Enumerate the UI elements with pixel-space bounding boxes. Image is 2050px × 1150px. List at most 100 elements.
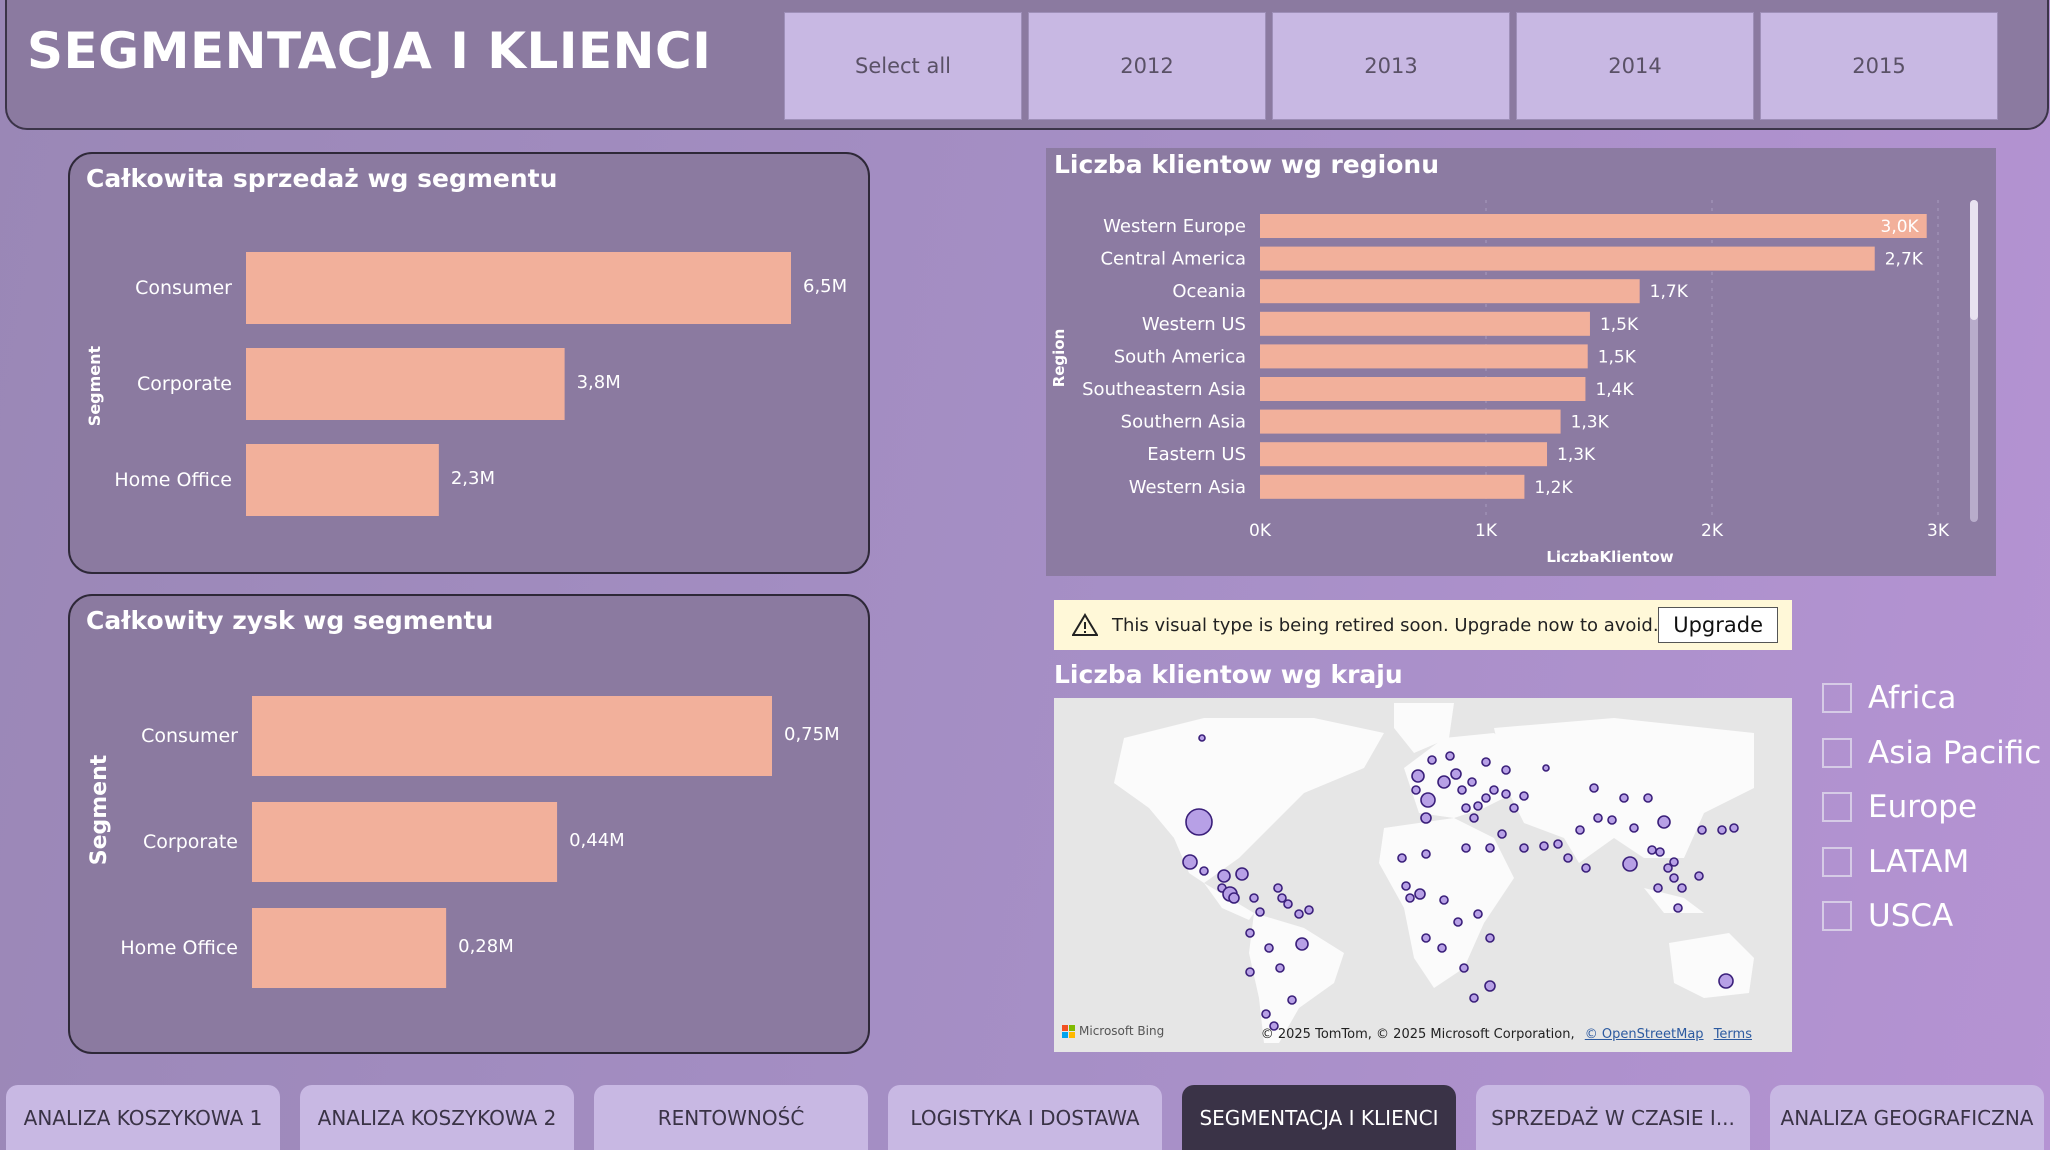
map-bubble[interactable] xyxy=(1539,841,1549,851)
map-bubble[interactable] xyxy=(1185,808,1213,836)
map-bubble[interactable] xyxy=(1718,973,1734,989)
map-bubble[interactable] xyxy=(1228,892,1240,904)
market-option-latam[interactable]: LATAM xyxy=(1822,844,1969,880)
map-bubble[interactable] xyxy=(1622,856,1638,872)
map-bubble[interactable] xyxy=(1405,893,1415,903)
market-option-europe[interactable]: Europe xyxy=(1822,789,1977,825)
region-chart-scrollbar[interactable] xyxy=(1970,200,1978,522)
checkbox[interactable] xyxy=(1822,737,1852,768)
map-bubble[interactable] xyxy=(1427,755,1437,765)
map-bubble[interactable] xyxy=(1619,793,1629,803)
map-bubble[interactable] xyxy=(1420,792,1436,808)
map-bubble[interactable] xyxy=(1420,812,1432,824)
map-bubble[interactable] xyxy=(1414,888,1426,900)
region-bar[interactable] xyxy=(1260,246,1875,271)
region-bar[interactable] xyxy=(1260,344,1588,369)
map-bubble[interactable] xyxy=(1607,815,1617,825)
map-bubble[interactable] xyxy=(1593,813,1603,823)
region-bar[interactable] xyxy=(1260,442,1548,467)
map-bubble[interactable] xyxy=(1439,895,1449,905)
year-button-2014[interactable]: 2014 xyxy=(1516,12,1754,120)
map-bubble[interactable] xyxy=(1421,933,1431,943)
map-bubble[interactable] xyxy=(1497,829,1507,839)
segment-bar[interactable] xyxy=(246,252,791,324)
map-bubble[interactable] xyxy=(1457,785,1467,795)
map-bubble[interactable] xyxy=(1589,783,1599,793)
map-bubble[interactable] xyxy=(1629,823,1639,833)
map-bubble[interactable] xyxy=(1235,867,1249,881)
map-bubble[interactable] xyxy=(1489,785,1499,795)
map-bubble[interactable] xyxy=(1643,793,1653,803)
map-bubble[interactable] xyxy=(1295,937,1309,951)
market-option-africa[interactable]: Africa xyxy=(1822,680,1956,716)
map-bubble[interactable] xyxy=(1182,854,1198,870)
scrollbar-thumb[interactable] xyxy=(1970,200,1978,320)
map-bubble[interactable] xyxy=(1304,905,1314,915)
map-bubble[interactable] xyxy=(1581,863,1591,873)
map-bubble[interactable] xyxy=(1677,883,1687,893)
map-bubble[interactable] xyxy=(1481,793,1491,803)
map-bubble[interactable] xyxy=(1261,1009,1271,1019)
map-bubble[interactable] xyxy=(1264,943,1274,953)
map-bubble[interactable] xyxy=(1485,933,1495,943)
segment-bar[interactable] xyxy=(252,802,558,882)
map-bubble[interactable] xyxy=(1401,881,1411,891)
map-bubble[interactable] xyxy=(1694,871,1704,881)
map-bubble[interactable] xyxy=(1669,873,1679,883)
map-bubble[interactable] xyxy=(1481,757,1491,767)
segment-bar[interactable] xyxy=(252,908,447,988)
segment-bar[interactable] xyxy=(246,444,439,516)
map-bubble[interactable] xyxy=(1501,789,1511,799)
map-bubble[interactable] xyxy=(1294,909,1304,919)
map-bubble[interactable] xyxy=(1397,853,1407,863)
map-bubble[interactable] xyxy=(1509,803,1519,813)
tab-4[interactable]: LOGISTYKA I DOSTAWA xyxy=(888,1085,1162,1150)
map-bubble[interactable] xyxy=(1287,995,1297,1005)
map-bubble[interactable] xyxy=(1553,839,1563,849)
map-bubble[interactable] xyxy=(1653,883,1663,893)
tab-3[interactable]: RENTOWNOŚĆ xyxy=(594,1085,868,1150)
map-bubble[interactable] xyxy=(1669,857,1679,867)
map-bubble[interactable] xyxy=(1199,866,1209,876)
map-bubble[interactable] xyxy=(1473,801,1483,811)
map-bubble[interactable] xyxy=(1198,734,1206,742)
map-bubble[interactable] xyxy=(1673,903,1683,913)
checkbox[interactable] xyxy=(1822,792,1852,822)
tab-7[interactable]: ANALIZA GEOGRAFICZNA xyxy=(1770,1085,2044,1150)
market-option-asia-pacific[interactable]: Asia Pacific xyxy=(1822,735,2041,771)
map-bubble[interactable] xyxy=(1467,777,1477,787)
map-bubble[interactable] xyxy=(1542,764,1550,772)
map-bubble[interactable] xyxy=(1469,813,1479,823)
map-bubble[interactable] xyxy=(1563,853,1573,863)
checkbox[interactable] xyxy=(1822,683,1852,713)
tab-2[interactable]: ANALIZA KOSZYKOWA 2 xyxy=(300,1085,574,1150)
terms-link[interactable]: Terms xyxy=(1714,1027,1752,1042)
map-bubble[interactable] xyxy=(1249,893,1259,903)
map-bubble[interactable] xyxy=(1697,825,1707,835)
map-bubble[interactable] xyxy=(1717,825,1727,835)
openstreetmap-link[interactable]: © OpenStreetMap xyxy=(1585,1027,1704,1042)
map-bubble[interactable] xyxy=(1461,803,1471,813)
map-bubble[interactable] xyxy=(1445,751,1455,761)
map-bubble[interactable] xyxy=(1469,993,1479,1003)
map-bubble[interactable] xyxy=(1657,815,1671,829)
checkbox[interactable] xyxy=(1822,846,1852,877)
map-bubble[interactable] xyxy=(1450,768,1462,780)
year-button-2012[interactable]: 2012 xyxy=(1028,12,1266,120)
map-bubble[interactable] xyxy=(1647,845,1657,855)
map-bubble[interactable] xyxy=(1459,963,1469,973)
map-bubble[interactable] xyxy=(1273,883,1283,893)
map-bubble[interactable] xyxy=(1453,917,1463,927)
year-button-2015[interactable]: 2015 xyxy=(1760,12,1998,120)
tab-6[interactable]: SPRZEDAŻ W CZASIE I... xyxy=(1476,1085,1750,1150)
map-bubble[interactable] xyxy=(1411,785,1421,795)
upgrade-button[interactable]: Upgrade xyxy=(1658,607,1778,643)
map-bubble[interactable] xyxy=(1255,907,1265,917)
map-bubble[interactable] xyxy=(1461,843,1471,853)
year-button-2013[interactable]: 2013 xyxy=(1272,12,1510,120)
checkbox[interactable] xyxy=(1822,901,1852,931)
region-bar[interactable] xyxy=(1260,377,1586,401)
map-bubble[interactable] xyxy=(1411,769,1425,783)
tab-1[interactable]: ANALIZA KOSZYKOWA 1 xyxy=(6,1085,280,1150)
year-button-select-all[interactable]: Select all xyxy=(784,12,1022,120)
